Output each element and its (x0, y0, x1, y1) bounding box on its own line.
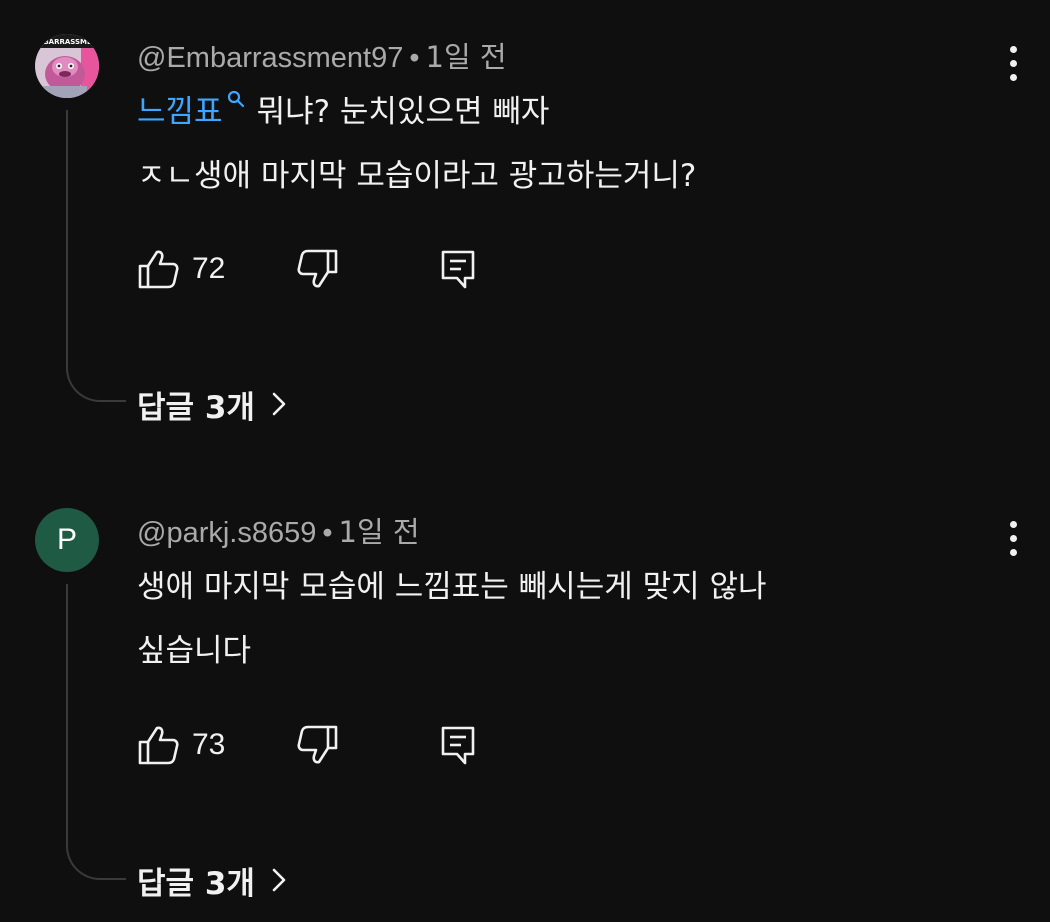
like-count: 73 (192, 728, 226, 761)
comment-actions: 73 (135, 724, 495, 770)
comment-text-line-2: ㅈㄴ생애 마지막 모습이라고 광고하는거니? (137, 158, 697, 194)
comment-text: 뭐냐? 눈치있으면 빼자 (256, 94, 550, 130)
chevron-right-icon (272, 392, 286, 416)
thumb-up-icon[interactable] (137, 724, 181, 766)
replies-label: 답글 3개 (137, 389, 255, 426)
reply-thread-line (66, 110, 126, 402)
more-vert-icon-dot (1009, 534, 1017, 542)
chevron-right-icon (272, 868, 286, 892)
comment-text-line-1: 느낌표 뭐냐? 눈치있으면 빼자 (137, 90, 550, 132)
author-handle[interactable]: @Embarrassment97 (137, 42, 403, 74)
author-handle[interactable]: @parkj.s8659 (137, 517, 316, 549)
more-vert-icon-dot (1009, 59, 1017, 67)
avatar-logo-text: EMBARRASSMENT (35, 38, 99, 46)
view-replies-button[interactable]: 답글 3개 (137, 382, 287, 426)
meta-separator: • (322, 517, 333, 549)
avatar[interactable]: P (35, 508, 99, 572)
comment-time[interactable]: 1일 전 (339, 515, 420, 549)
thumb-down-icon[interactable] (295, 724, 339, 766)
comment-meta: @Embarrassment97 • 1일 전 (137, 34, 507, 76)
thumb-up-icon[interactable] (137, 248, 181, 290)
replies-label: 답글 3개 (137, 865, 255, 902)
avatar[interactable]: EMBARRASSMENT (35, 34, 99, 98)
thumb-down-icon[interactable] (295, 248, 339, 290)
reply-comment-icon[interactable] (439, 724, 479, 766)
comment-text-line-1: 생애 마지막 모습에 느낌표는 빼시는게 맞지 않나 (137, 569, 767, 605)
more-vert-icon-dot (1009, 73, 1017, 81)
more-vert-icon-dot (1009, 548, 1017, 556)
view-replies-button[interactable]: 답글 3개 (137, 858, 287, 902)
meta-separator: • (409, 42, 420, 74)
search-icon (227, 90, 244, 108)
comment-time[interactable]: 1일 전 (426, 40, 507, 74)
hashtag-link[interactable]: 느낌표 (137, 94, 223, 130)
comment-actions: 72 (135, 248, 495, 294)
avatar-letter: P (56, 523, 77, 556)
comment-meta: @parkj.s8659 • 1일 전 (137, 509, 420, 551)
more-options-button[interactable] (996, 513, 1030, 563)
reply-comment-icon[interactable] (439, 248, 479, 290)
reply-thread-line (66, 584, 126, 880)
avatar-image: EMBARRASSMENT (35, 34, 99, 98)
more-vert-icon (1009, 520, 1017, 528)
more-options-button[interactable] (996, 38, 1030, 88)
comment-text-line-2: 싶습니다 (137, 633, 252, 669)
more-vert-icon (1009, 45, 1017, 53)
like-count: 72 (192, 252, 226, 285)
